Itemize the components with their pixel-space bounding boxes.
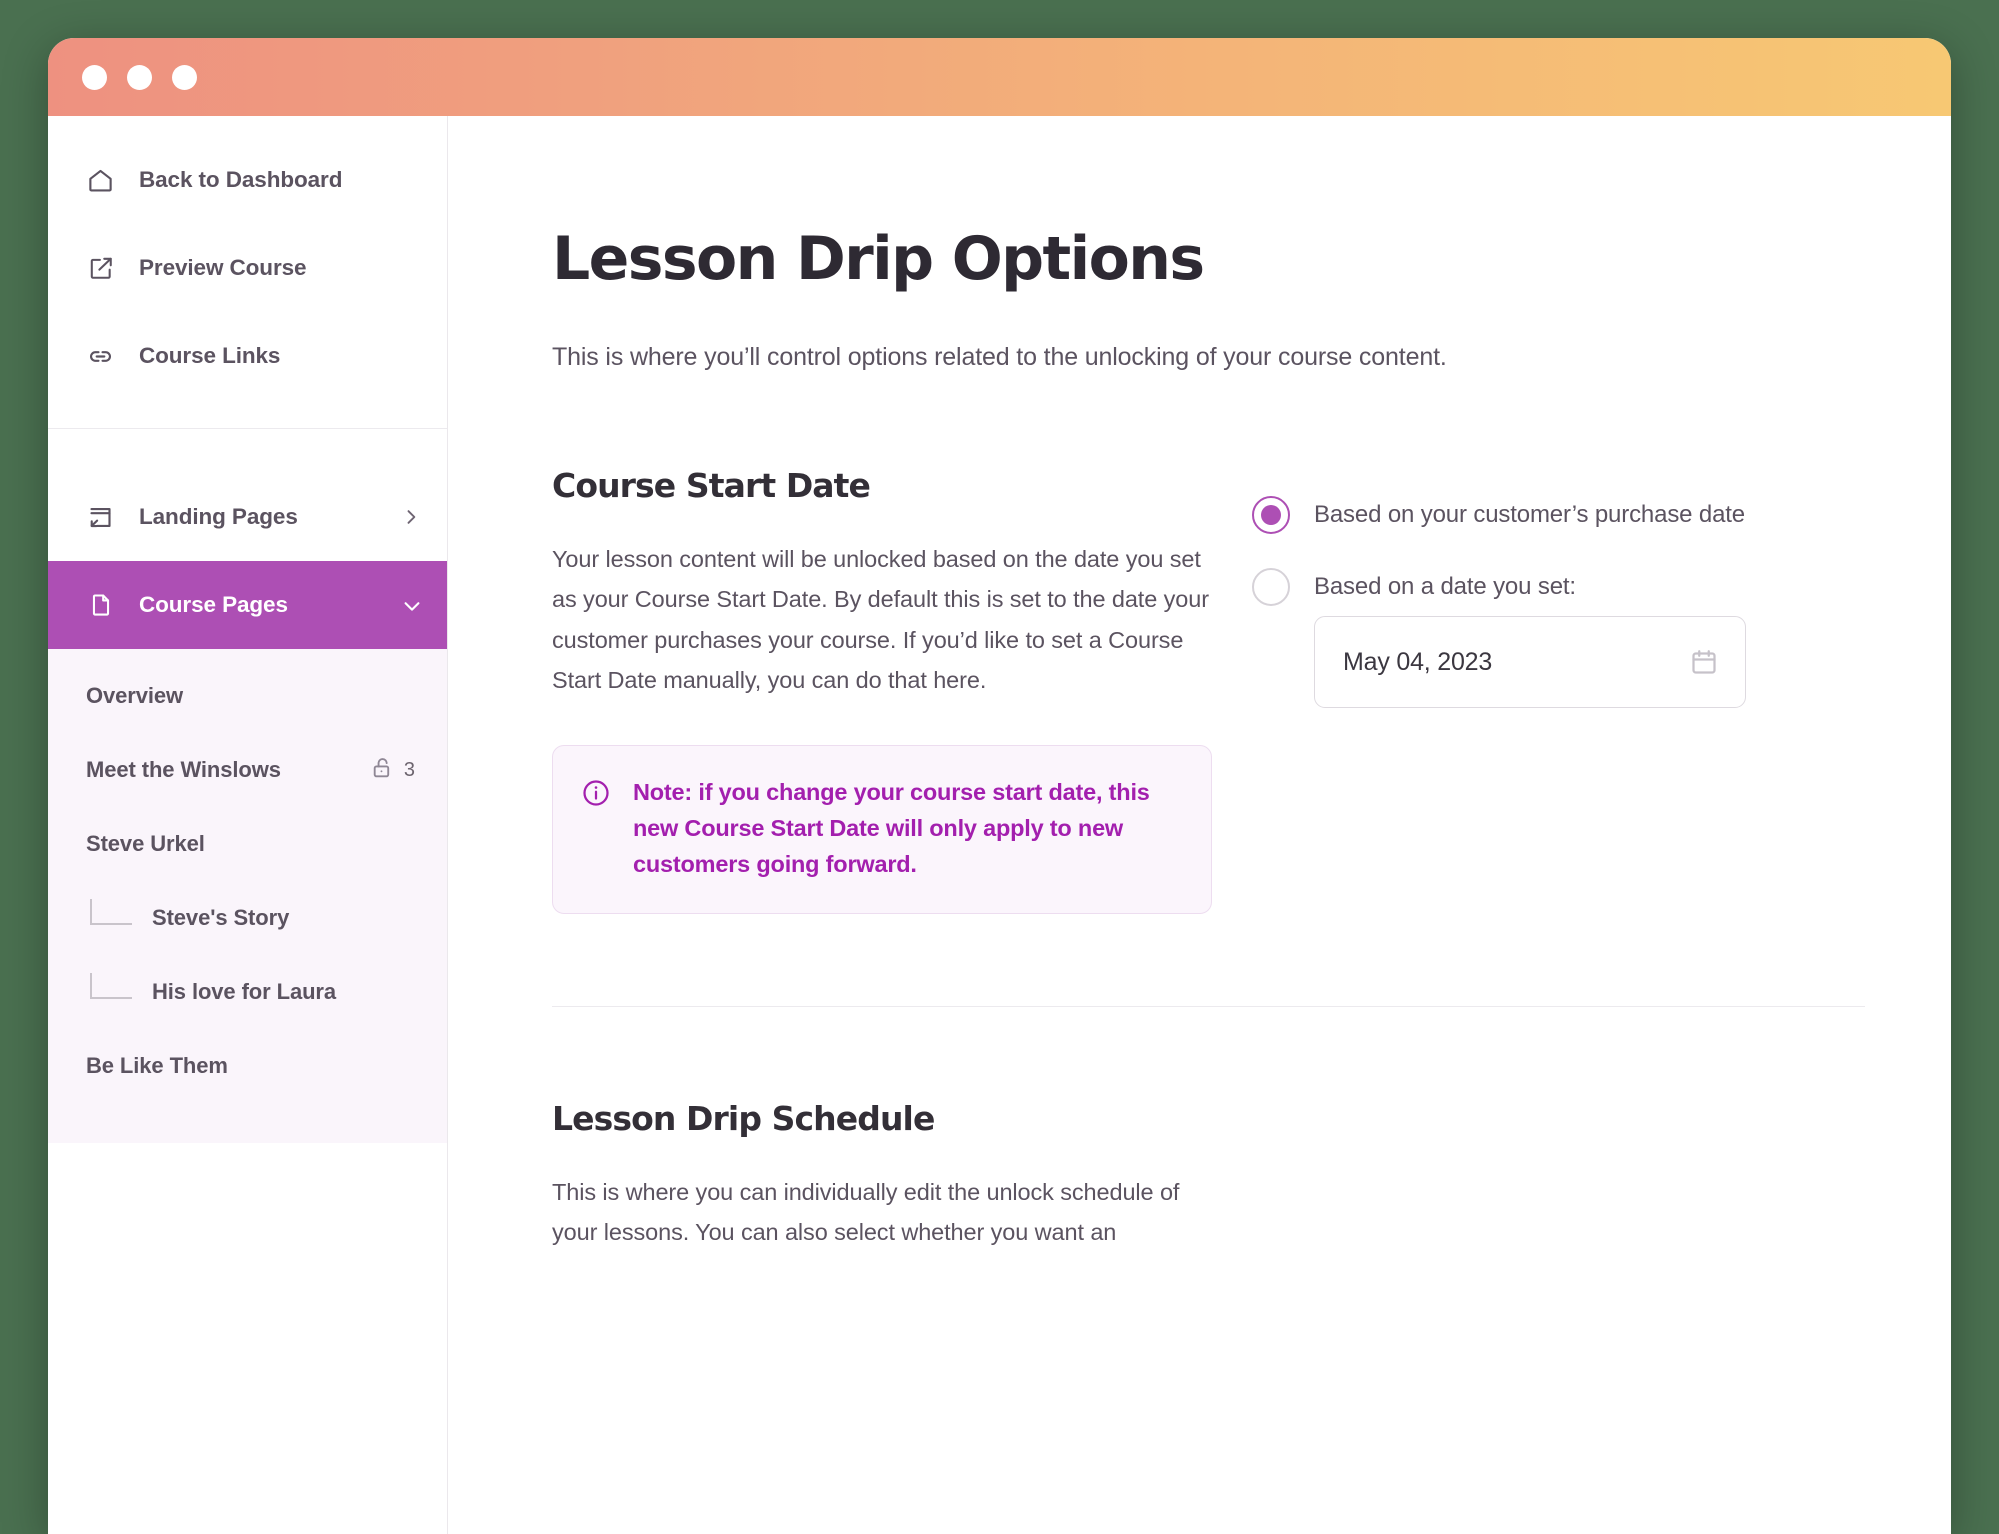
sidebar-item-label: Landing Pages: [139, 504, 298, 529]
course-pages-submenu: Overview Meet the Winslows 3 Steve Urkel: [48, 649, 447, 1143]
sidebar-item-label: Course Pages: [139, 592, 288, 617]
sidebar-item-label: Preview Course: [139, 255, 307, 280]
submenu-item-be-like-them[interactable]: Be Like Them: [48, 1029, 447, 1103]
submenu-item-label: Be Like Them: [86, 1052, 228, 1078]
browser-window-icon: [86, 503, 115, 532]
sidebar: Back to Dashboard Preview Course Course …: [48, 116, 448, 1534]
window-dot-maximize[interactable]: [172, 64, 197, 90]
course-start-date-section: Course Start Date Your lesson content wi…: [552, 466, 1865, 914]
tree-branch-icon: [90, 899, 132, 925]
chevron-right-icon[interactable]: [401, 507, 421, 527]
submenu-item-meet-the-winslows[interactable]: Meet the Winslows 3: [48, 733, 447, 807]
radio-button[interactable]: [1252, 568, 1290, 606]
radio-label: Based on your customer’s purchase date: [1314, 501, 1745, 528]
link-icon: [86, 342, 115, 371]
page-subtitle: This is where you’ll control options rel…: [552, 343, 1447, 371]
lock-count: 3: [403, 758, 415, 781]
sidebar-item-course-pages[interactable]: Course Pages: [48, 561, 447, 649]
info-circle-icon: [581, 778, 611, 883]
calendar-icon[interactable]: [1689, 647, 1719, 677]
submenu-item-label: Steve Urkel: [86, 830, 205, 856]
lesson-drip-schedule-text-column: Lesson Drip Schedule This is where you c…: [552, 1099, 1212, 1253]
course-start-date-controls: Based on your customer’s purchase date B…: [1252, 466, 1865, 914]
submenu-item-label: Meet the Winslows: [86, 756, 281, 782]
main-content: Lesson Drip Options This is where you’ll…: [448, 116, 1951, 1534]
section-body-text: This is where you can individually edit …: [552, 1178, 1180, 1246]
radio-option-purchase-date[interactable]: Based on your customer’s purchase date: [1252, 496, 1865, 534]
window-dot-close[interactable]: [82, 64, 107, 90]
sidebar-top-group: Back to Dashboard Preview Course Course …: [48, 116, 447, 400]
radio-label: Based on a date you set:: [1314, 573, 1576, 600]
submenu-item-overview[interactable]: Overview: [48, 659, 447, 733]
app-body: Back to Dashboard Preview Course Course …: [48, 116, 1951, 1534]
section-heading: Lesson Drip Schedule: [552, 1098, 935, 1138]
tree-branch-icon: [90, 973, 132, 999]
window-dot-minimize[interactable]: [127, 64, 152, 90]
document-icon: [86, 591, 115, 620]
section-body-text: Your lesson content will be unlocked bas…: [552, 546, 1209, 694]
external-link-icon: [86, 254, 115, 283]
sidebar-item-label: Back to Dashboard: [139, 167, 343, 192]
section-heading: Course Start Date: [552, 466, 871, 505]
app-window: Back to Dashboard Preview Course Course …: [48, 38, 1951, 1534]
radio-option-custom-date[interactable]: Based on a date you set:: [1252, 568, 1865, 606]
sidebar-item-label: Course Links: [139, 343, 281, 368]
submenu-item-his-love-for-laura[interactable]: His love for Laura: [48, 955, 447, 1029]
home-icon: [86, 166, 115, 195]
submenu-item-steves-story[interactable]: Steve's Story: [48, 881, 447, 955]
submenu-item-label: Steve's Story: [152, 904, 290, 930]
note-text: Note: if you change your course start da…: [633, 778, 1150, 878]
window-titlebar: [48, 38, 1951, 116]
course-start-note-callout: Note: if you change your course start da…: [552, 744, 1212, 914]
submenu-item-label: His love for Laura: [152, 978, 337, 1004]
date-input-value[interactable]: May 04, 2023: [1343, 648, 1689, 677]
course-start-date-text-column: Course Start Date Your lesson content wi…: [552, 466, 1212, 914]
sidebar-item-course-links[interactable]: Course Links: [48, 312, 447, 400]
course-start-date-input[interactable]: May 04, 2023: [1314, 616, 1746, 708]
page-title: Lesson Drip Options: [552, 224, 1205, 294]
submenu-item-label: Overview: [86, 682, 184, 708]
lesson-lock-badge[interactable]: 3: [370, 755, 415, 785]
radio-button[interactable]: [1252, 496, 1290, 534]
lesson-drip-schedule-section: Lesson Drip Schedule This is where you c…: [552, 1099, 1865, 1253]
sidebar-pages-group: Landing Pages Course Pages: [48, 429, 447, 649]
submenu-item-steve-urkel[interactable]: Steve Urkel: [48, 807, 447, 881]
sidebar-item-landing-pages[interactable]: Landing Pages: [48, 473, 447, 561]
sidebar-item-back-to-dashboard[interactable]: Back to Dashboard: [48, 136, 447, 224]
lesson-drip-schedule-controls: [1252, 1099, 1865, 1253]
unlock-icon: [370, 755, 395, 785]
section-divider: [552, 1005, 1865, 1007]
sidebar-item-preview-course[interactable]: Preview Course: [48, 224, 447, 312]
chevron-down-icon[interactable]: [401, 595, 421, 615]
